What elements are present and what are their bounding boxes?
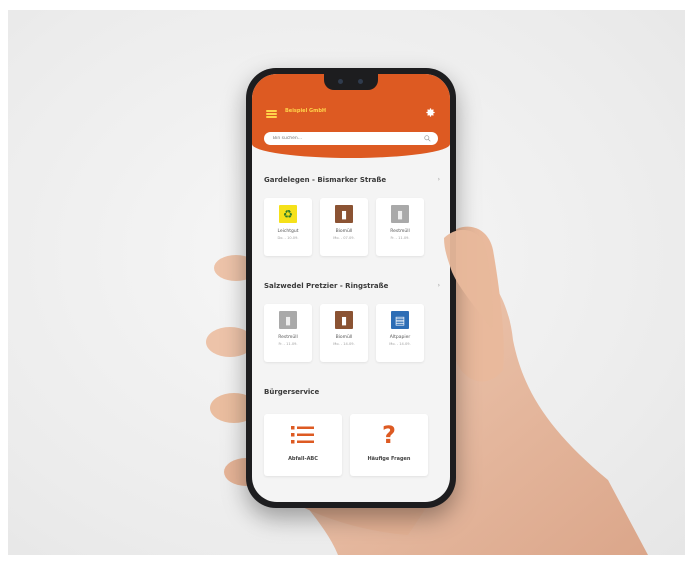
product-photo: Beispiel GmbH Gardelegen - Bismarker Str… [8,10,685,555]
thumb-overlay [444,229,493,330]
camera-notch [324,74,378,90]
